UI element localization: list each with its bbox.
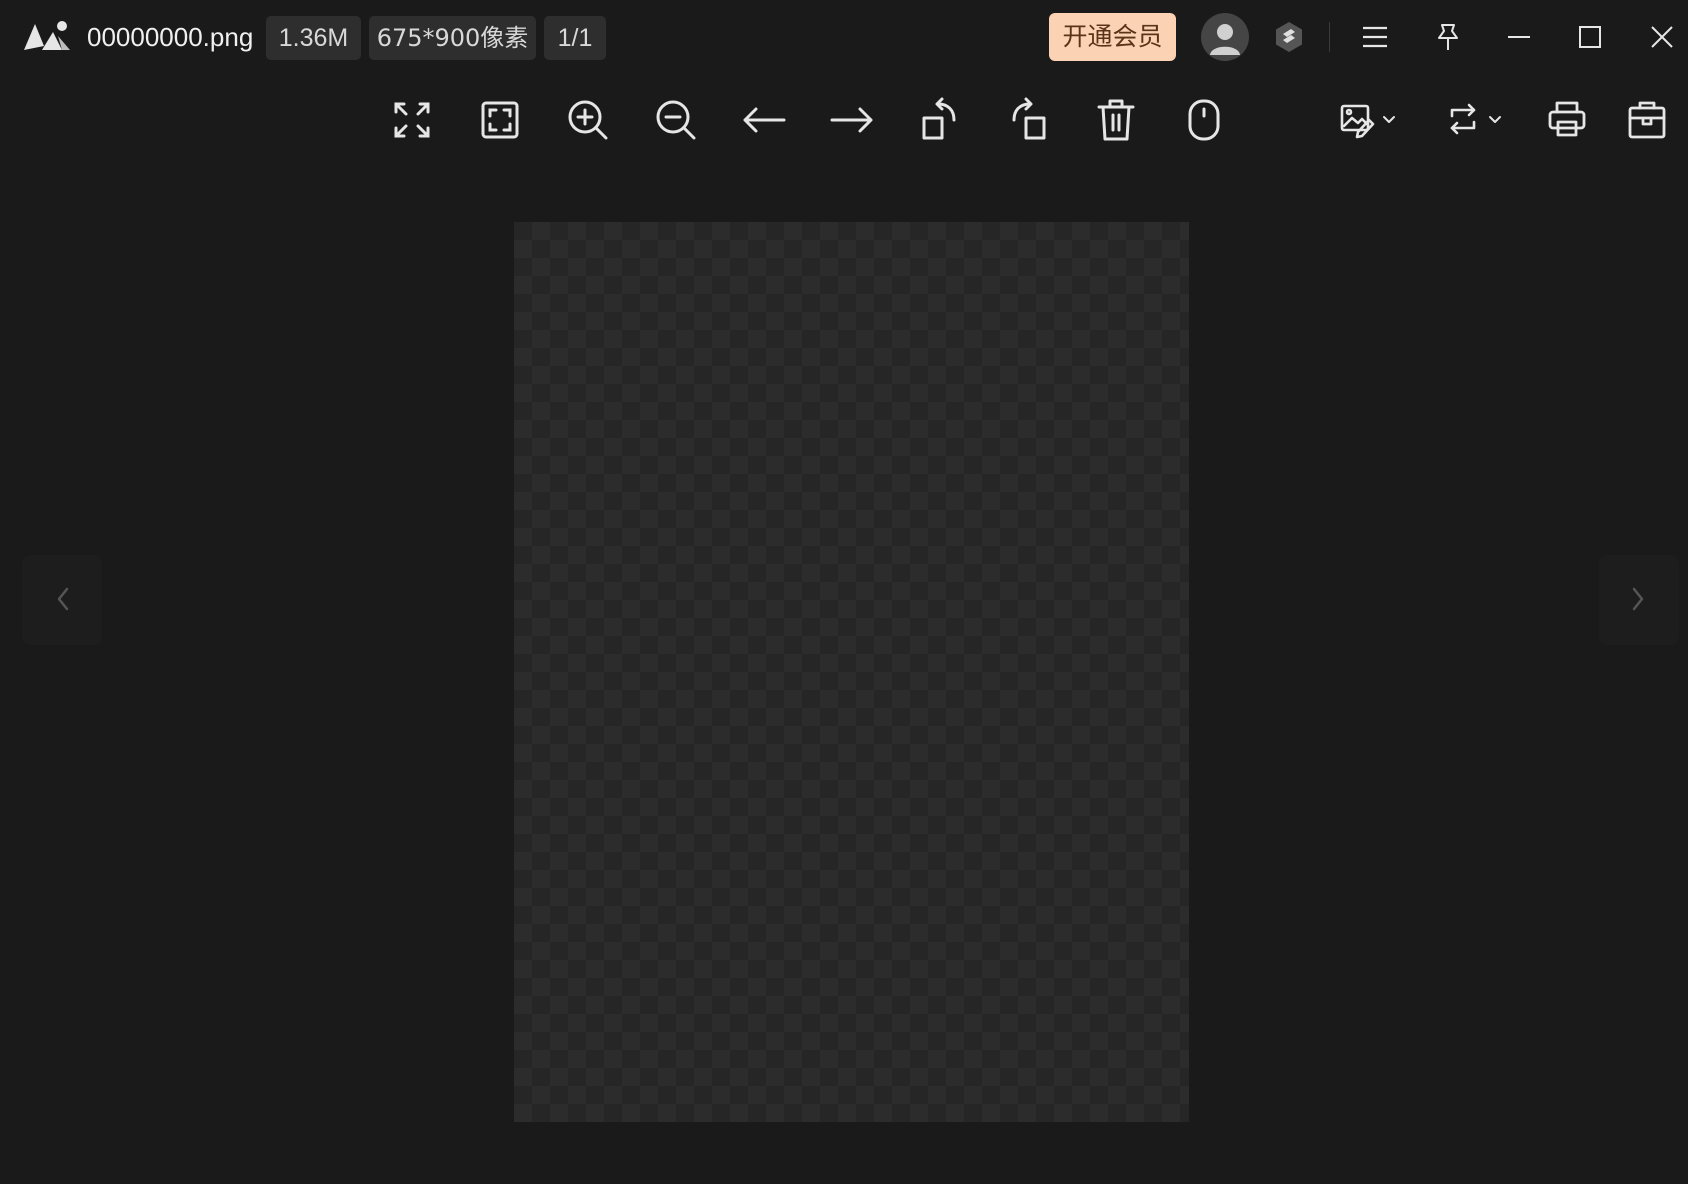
maximize-icon[interactable] xyxy=(1575,22,1605,52)
print-icon[interactable] xyxy=(1543,96,1591,144)
minimize-icon[interactable] xyxy=(1504,22,1534,52)
zoom-in-icon[interactable] xyxy=(564,96,612,144)
open-membership-button[interactable]: 开通会员 xyxy=(1049,13,1176,61)
chevron-right-icon xyxy=(1632,587,1644,611)
skin-theme-icon[interactable] xyxy=(1272,20,1306,54)
file-size-badge: 1.36M xyxy=(266,16,361,60)
rotate-right-icon[interactable] xyxy=(1004,96,1052,144)
image-preview xyxy=(514,222,1189,1122)
app-logo-icon xyxy=(24,21,70,50)
user-avatar[interactable] xyxy=(1201,13,1249,61)
chevron-left-icon xyxy=(57,587,69,611)
previous-icon[interactable] xyxy=(740,96,788,144)
rotate-left-icon[interactable] xyxy=(916,96,964,144)
user-avatar-icon xyxy=(1210,24,1240,55)
toolbox-icon[interactable] xyxy=(1623,96,1671,144)
convert-crop-icon[interactable] xyxy=(1444,96,1504,144)
page-counter-badge: 1/1 xyxy=(544,16,606,60)
previous-image-button[interactable] xyxy=(22,555,102,645)
next-image-button[interactable] xyxy=(1599,555,1679,645)
menu-icon[interactable] xyxy=(1360,22,1390,52)
title-bar-divider xyxy=(1329,22,1330,52)
file-name: 00000000.png xyxy=(87,22,254,52)
pin-icon[interactable] xyxy=(1433,21,1463,53)
actual-size-icon[interactable] xyxy=(476,96,524,144)
image-dimensions-badge: 675*900像素 xyxy=(369,16,536,60)
mouse-mode-icon[interactable] xyxy=(1180,96,1228,144)
delete-icon[interactable] xyxy=(1092,96,1140,144)
zoom-out-icon[interactable] xyxy=(652,96,700,144)
fit-fullscreen-icon[interactable] xyxy=(388,96,436,144)
edit-image-icon[interactable] xyxy=(1338,96,1398,144)
close-icon[interactable] xyxy=(1647,22,1677,52)
next-icon[interactable] xyxy=(828,96,876,144)
title-bar: 00000000.png 1.36M 675*900像素 1/1 开通会员 xyxy=(0,0,1688,76)
